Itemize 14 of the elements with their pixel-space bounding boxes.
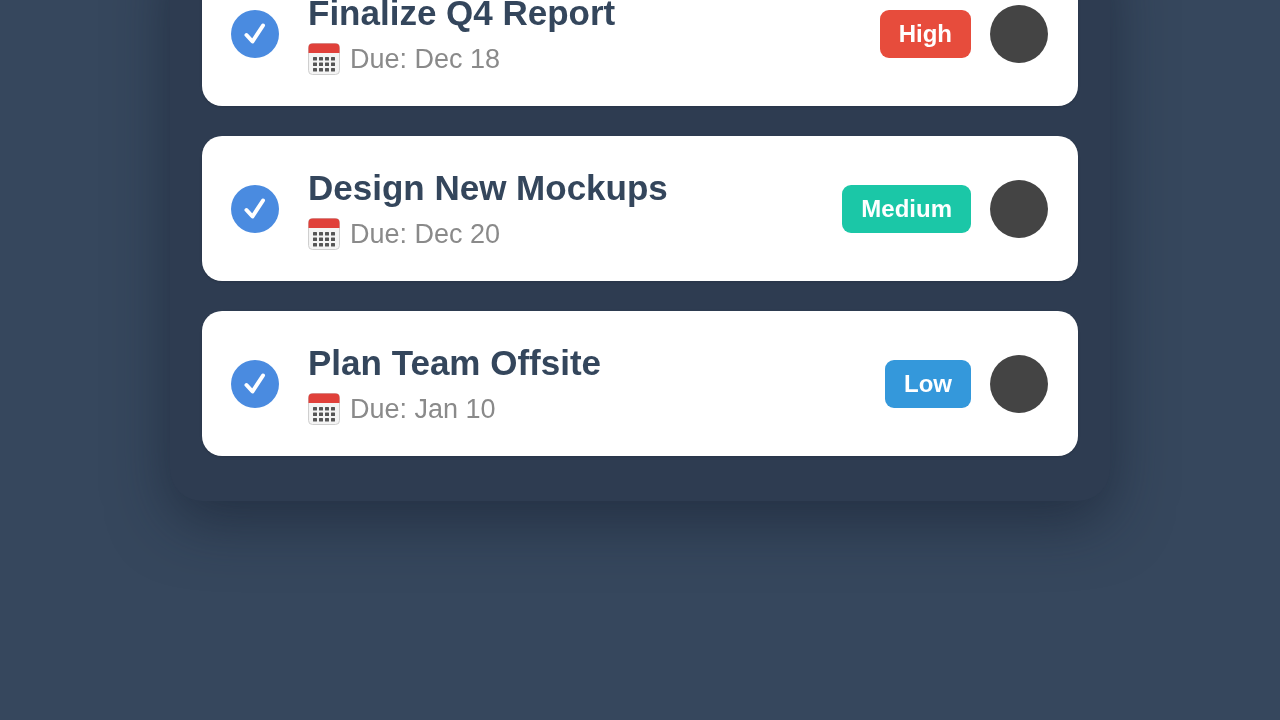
task-title: Design New Mockups — [308, 167, 668, 208]
checkbox-checked-icon[interactable] — [231, 359, 279, 408]
calendar-icon — [308, 392, 340, 425]
task-title: Plan Team Offsite — [308, 342, 602, 383]
priority-label: Medium — [861, 196, 952, 221]
priority-label: Low — [904, 371, 952, 396]
due-date: Due: Dec 20 — [350, 217, 501, 250]
checkbox-checked-icon[interactable] — [231, 184, 279, 233]
due-date: Due: Jan 10 — [350, 392, 496, 425]
due-date: Due: Dec 18 — [350, 42, 501, 75]
priority-label: High — [898, 21, 952, 46]
checkbox-checked-icon[interactable] — [231, 9, 279, 58]
calendar-icon — [308, 217, 340, 250]
calendar-icon — [308, 42, 340, 75]
